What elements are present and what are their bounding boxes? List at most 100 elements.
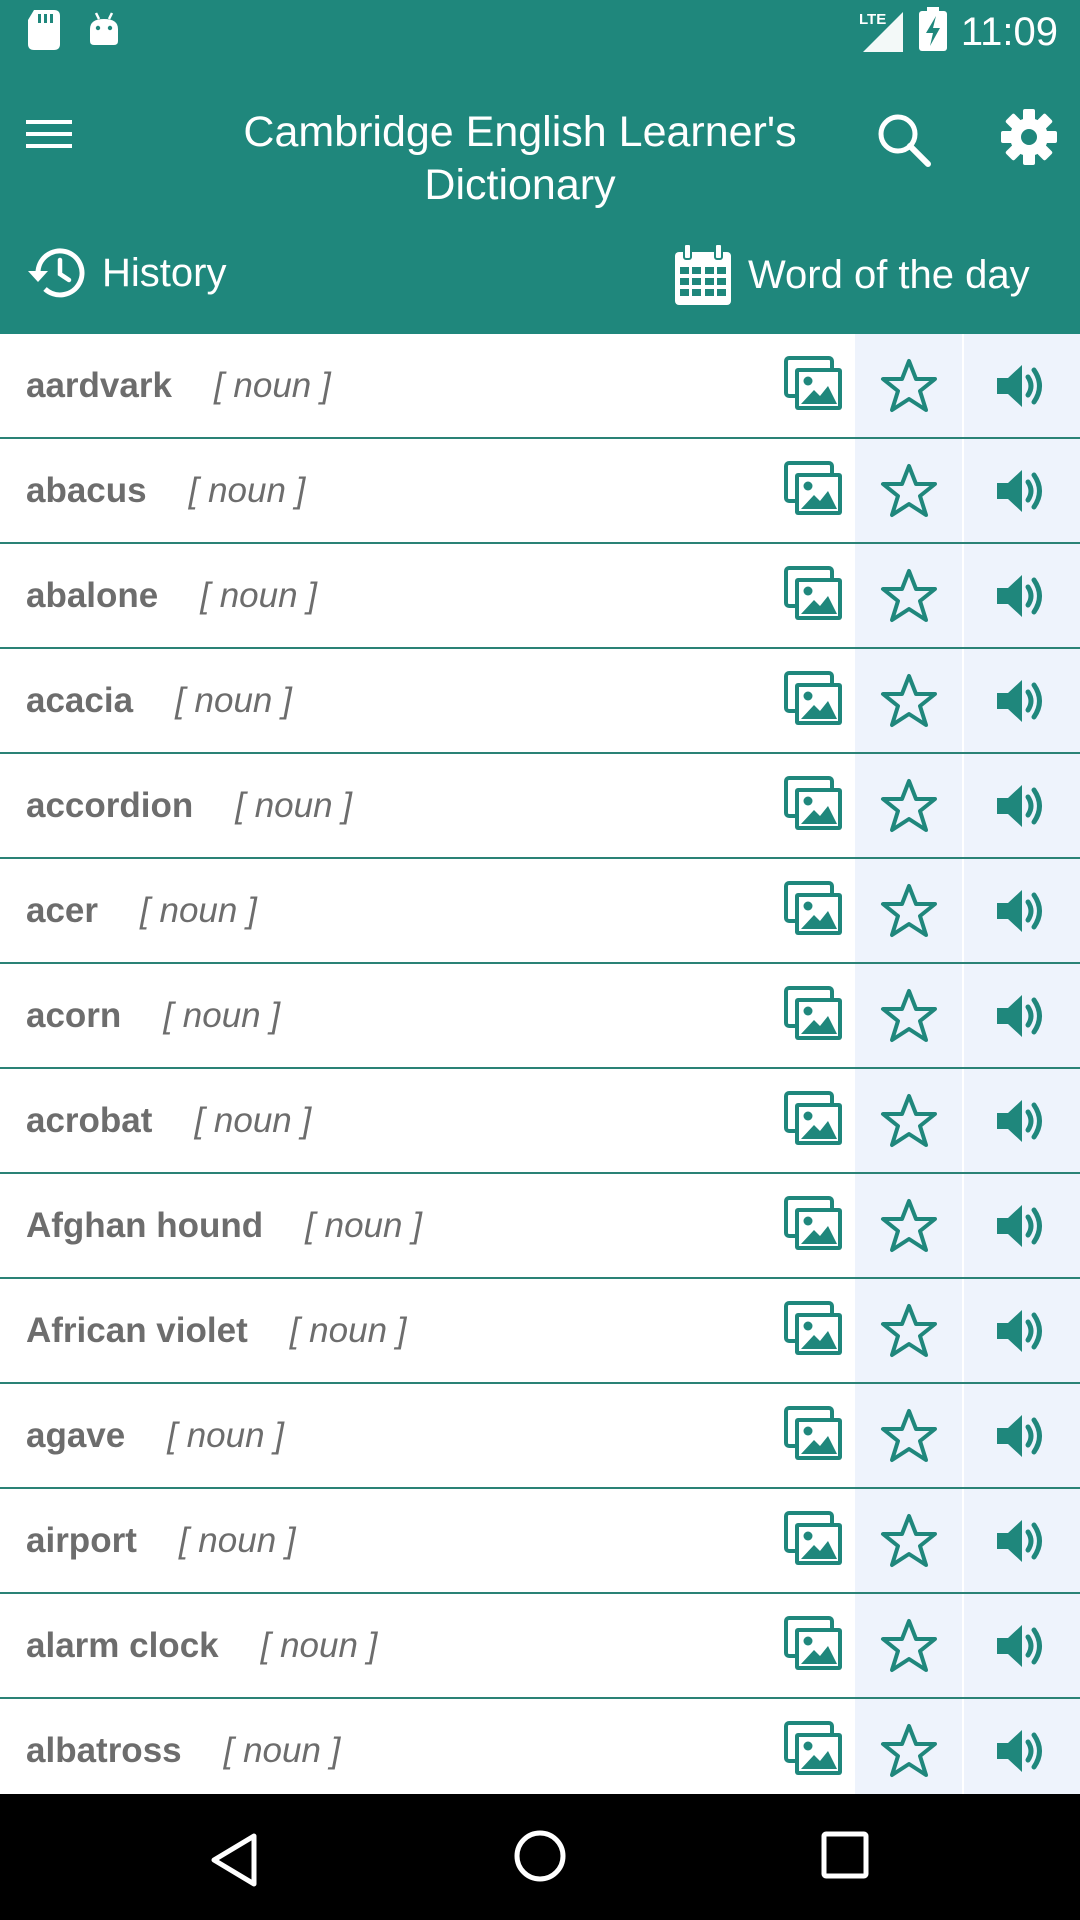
picture-button[interactable] [784,1196,844,1252]
pronunciation-button[interactable] [964,754,1080,857]
star-outline-icon [880,673,937,727]
pronunciation-button[interactable] [964,1279,1080,1382]
list-item[interactable]: agave [ noun ] [0,1384,1080,1489]
picture-button[interactable] [784,566,844,622]
picture-icon [784,1196,842,1250]
picture-button[interactable] [784,1301,844,1357]
sd-card-icon [28,10,60,55]
pronunciation-button[interactable] [964,1699,1080,1802]
pronunciation-button[interactable] [964,334,1080,437]
list-item[interactable]: alarm clock [ noun ] [0,1594,1080,1699]
pronunciation-button[interactable] [964,439,1080,542]
entry-word: airport [26,1521,137,1560]
speaker-icon [997,1099,1042,1142]
recents-button[interactable] [820,1830,870,1880]
picture-button[interactable] [784,1091,844,1147]
favorite-button[interactable] [855,334,962,437]
entry-headword: acer [ noun ] [26,859,257,962]
calendar-icon [675,243,731,305]
search-icon [878,114,931,167]
entry-word: agave [26,1416,126,1455]
pronunciation-button[interactable] [964,544,1080,647]
favorite-button[interactable] [855,1279,962,1382]
favorite-button[interactable] [855,754,962,857]
entry-headword: acacia [ noun ] [26,649,292,752]
speaker-icon [997,1204,1042,1247]
list-item[interactable]: acorn [ noun ] [0,964,1080,1069]
favorite-button[interactable] [855,859,962,962]
list-item[interactable]: acrobat [ noun ] [0,1069,1080,1174]
pronunciation-button[interactable] [964,1069,1080,1172]
list-item[interactable]: Afghan hound [ noun ] [0,1174,1080,1279]
list-item[interactable]: aardvark [ noun ] [0,334,1080,439]
speaker-icon [997,364,1042,407]
picture-button[interactable] [784,1721,844,1777]
picture-button[interactable] [784,986,844,1042]
entry-word: Afghan hound [26,1206,264,1245]
star-outline-icon [880,1198,937,1252]
entry-word: acrobat [26,1101,153,1140]
list-item[interactable]: accordion [ noun ] [0,754,1080,859]
settings-button[interactable] [1000,108,1058,166]
entry-word: albatross [26,1731,182,1770]
list-item[interactable]: abacus [ noun ] [0,439,1080,544]
speaker-icon [997,889,1042,932]
picture-button[interactable] [784,356,844,412]
list-item[interactable]: African violet [ noun ] [0,1279,1080,1384]
picture-icon [784,776,842,830]
list-item[interactable]: albatross [ noun ] [0,1699,1080,1804]
pronunciation-button[interactable] [964,1489,1080,1592]
list-item[interactable]: acacia [ noun ] [0,649,1080,754]
picture-button[interactable] [784,461,844,517]
star-outline-icon [880,1618,937,1672]
favorite-button[interactable] [855,964,962,1067]
history-label: History [102,250,227,295]
history-button[interactable]: History [26,240,226,306]
list-item[interactable]: abalone [ noun ] [0,544,1080,649]
entry-part-of-speech: [ noun ] [188,471,306,510]
entry-word: accordion [26,786,194,825]
list-item[interactable]: airport [ noun ] [0,1489,1080,1594]
entry-part-of-speech: [ noun ] [194,1101,312,1140]
status-left [28,10,120,55]
pronunciation-button[interactable] [964,1384,1080,1487]
app-bar: Cambridge English Learner's Dictionary H… [0,62,1080,334]
entry-part-of-speech: [ noun ] [213,366,331,405]
android-icon [88,11,120,54]
favorite-button[interactable] [855,649,962,752]
entry-headword: African violet [ noun ] [26,1279,407,1382]
favorite-button[interactable] [855,1594,962,1697]
picture-button[interactable] [784,671,844,727]
picture-icon [784,881,842,935]
list-item[interactable]: acer [ noun ] [0,859,1080,964]
favorite-button[interactable] [855,1069,962,1172]
picture-icon [784,1721,842,1775]
entry-part-of-speech: [ noun ] [260,1626,378,1665]
picture-button[interactable] [784,1406,844,1462]
pronunciation-button[interactable] [964,649,1080,752]
pronunciation-button[interactable] [964,859,1080,962]
signal-icon: LTE [857,6,905,57]
favorite-button[interactable] [855,439,962,542]
back-button[interactable] [206,1830,266,1890]
picture-button[interactable] [784,881,844,937]
star-outline-icon [880,1723,937,1777]
search-button[interactable] [874,110,934,170]
pronunciation-button[interactable] [964,1594,1080,1697]
star-outline-icon [880,1303,937,1357]
menu-button[interactable] [22,112,78,156]
menu-icon [26,120,72,148]
entry-headword: accordion [ noun ] [26,754,352,857]
favorite-button[interactable] [855,544,962,647]
favorite-button[interactable] [855,1699,962,1802]
pronunciation-button[interactable] [964,1174,1080,1277]
favorite-button[interactable] [855,1489,962,1592]
picture-button[interactable] [784,1616,844,1672]
home-button[interactable] [512,1828,568,1884]
pronunciation-button[interactable] [964,964,1080,1067]
picture-button[interactable] [784,1511,844,1567]
favorite-button[interactable] [855,1384,962,1487]
favorite-button[interactable] [855,1174,962,1277]
picture-button[interactable] [784,776,844,832]
word-of-the-day-button[interactable]: Word of the day [672,240,1030,310]
